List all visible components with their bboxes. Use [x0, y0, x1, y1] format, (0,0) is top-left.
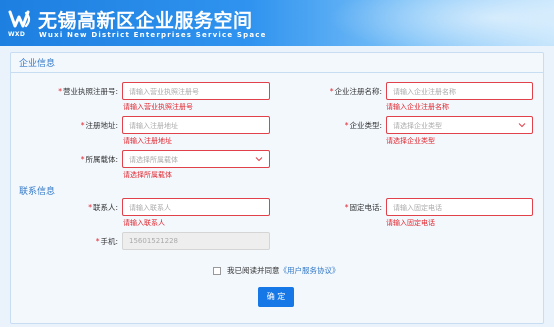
phone-input[interactable]: 请输入固定电话 [386, 198, 533, 216]
company-type-select[interactable]: 请选择企业类型 [386, 116, 533, 134]
page-header: WXD 无锡高新区企业服务空间 Wuxi New District Enterp… [0, 0, 554, 46]
carrier-placeholder: 请选择所属载体 [129, 156, 178, 164]
phone-error: 请输入固定电话 [386, 219, 435, 227]
license-no-error: 请输入营业执照注册号 [123, 103, 193, 111]
license-no-input[interactable]: 请输入营业执照注册号 [122, 82, 270, 100]
site-subtitle: Wuxi New District Enterprises Service Sp… [39, 31, 267, 39]
agreement-checkbox[interactable] [213, 266, 221, 275]
required-mark: * [344, 203, 349, 212]
mobile-input: 15601521228 [122, 232, 270, 250]
company-name-label: *企业注册名称: [330, 86, 382, 97]
logo-text: WXD [8, 31, 26, 38]
label-text: 固定电话: [349, 203, 382, 212]
required-mark: * [80, 155, 85, 164]
phone-label: *固定电话: [345, 202, 382, 213]
agreement-row: 我已阅读并同意 《用户服务协议》 [213, 265, 340, 276]
chevron-down-icon [255, 157, 263, 162]
label-text: 注册地址: [85, 121, 118, 130]
label-text: 营业执照注册号: [62, 87, 118, 96]
required-mark: * [329, 87, 334, 96]
agreement-text: 我已阅读并同意 [227, 266, 280, 275]
required-mark: * [88, 203, 92, 212]
label-text: 联系人: [92, 203, 118, 212]
agreement-link[interactable]: 《用户服务协议》 [280, 265, 340, 276]
section-title-enterprise: 企业信息 [19, 59, 56, 69]
carrier-select[interactable]: 请选择所属载体 [122, 150, 270, 168]
license-no-label: *营业执照注册号: [58, 86, 118, 97]
address-error: 请输入注册地址 [123, 137, 172, 145]
company-type-placeholder: 请选择企业类型 [393, 122, 442, 130]
required-mark: * [58, 87, 62, 96]
company-type-label: *企业类型: [345, 120, 382, 131]
address-input[interactable]: 请输入注册地址 [122, 116, 270, 134]
section-title-contact: 联系信息 [19, 187, 56, 197]
required-mark: * [95, 237, 100, 246]
label-text: 企业类型: [349, 121, 382, 130]
submit-button[interactable]: 确 定 [258, 287, 294, 307]
company-type-error: 请选择企业类型 [386, 137, 435, 145]
chevron-down-icon [518, 123, 526, 128]
company-name-input[interactable]: 请输入企业注册名称 [386, 82, 533, 100]
address-label: *注册地址: [81, 120, 118, 131]
site-title: 无锡高新区企业服务空间 [38, 10, 253, 32]
required-mark: * [344, 121, 349, 130]
carrier-error: 请选择所属载体 [123, 171, 172, 179]
label-text: 手机: [100, 237, 118, 246]
label-text: 企业注册名称: [334, 87, 382, 96]
label-text: 所属载体: [85, 155, 118, 164]
company-name-error: 请输入企业注册名称 [386, 103, 449, 111]
required-mark: * [80, 121, 85, 130]
header-decoration [314, 0, 554, 46]
mobile-label: *手机: [96, 236, 118, 247]
contact-label: *联系人: [88, 202, 118, 213]
logo-icon [8, 10, 31, 28]
contact-error: 请输入联系人 [123, 219, 165, 227]
carrier-label: *所属载体: [81, 154, 118, 165]
card-header [11, 53, 543, 73]
contact-input[interactable]: 请输入联系人 [122, 198, 270, 216]
